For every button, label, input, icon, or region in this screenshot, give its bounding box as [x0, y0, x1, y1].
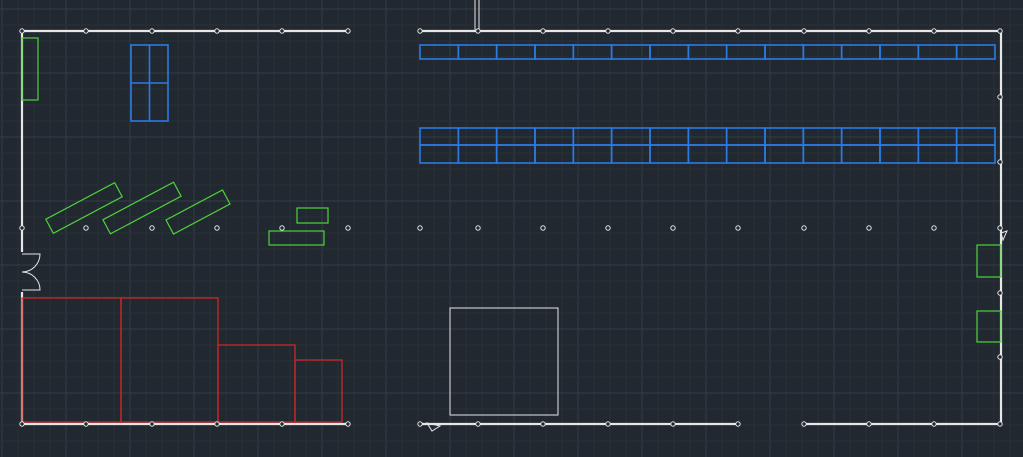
column-marker	[540, 225, 546, 231]
red-zone-1[interactable]	[21, 297, 122, 423]
angled-benches	[44, 181, 231, 235]
column-marker	[997, 421, 1003, 427]
column-marker	[540, 28, 546, 34]
column-marker	[214, 225, 220, 231]
column-marker	[997, 94, 1003, 100]
column-marker	[866, 421, 872, 427]
column-marker	[19, 28, 25, 34]
column-marker	[866, 225, 872, 231]
column-marker	[997, 225, 1003, 231]
small-table-upper[interactable]	[296, 207, 329, 224]
rack-bay	[534, 144, 575, 164]
column-marker	[475, 421, 481, 427]
column-marker	[735, 28, 741, 34]
rack-bay	[610, 144, 651, 164]
column-marker	[670, 421, 676, 427]
column-marker	[279, 225, 285, 231]
column-marker	[605, 421, 611, 427]
walls	[20, 0, 1003, 426]
rack-bay	[572, 144, 613, 164]
column-marker	[149, 225, 155, 231]
column-marker	[149, 421, 155, 427]
red-zone-3[interactable]	[217, 344, 296, 423]
door-swing-icon[interactable]	[21, 253, 41, 291]
column-marker	[931, 421, 937, 427]
rack-bay	[802, 144, 843, 164]
column-marker	[670, 225, 676, 231]
column-marker	[149, 28, 155, 34]
column-marker	[801, 225, 807, 231]
column-marker	[605, 225, 611, 231]
rack-bay	[917, 144, 958, 164]
column-marker	[475, 28, 481, 34]
column-marker	[540, 421, 546, 427]
rack-bay	[764, 144, 805, 164]
red-zone-4[interactable]	[294, 359, 343, 423]
column-marker	[605, 28, 611, 34]
wall-cabinet[interactable]	[21, 37, 39, 101]
column-marker	[801, 28, 807, 34]
column-marker	[345, 28, 351, 34]
cad-floorplan[interactable]	[0, 0, 1023, 457]
column-marker	[417, 28, 423, 34]
rack-bay	[687, 144, 728, 164]
column-marker	[997, 28, 1003, 34]
column-marker	[997, 159, 1003, 165]
wall-unit-lower[interactable]	[976, 310, 1002, 343]
column-marker	[997, 354, 1003, 360]
column-marker	[801, 421, 807, 427]
column-marker	[417, 225, 423, 231]
red-zones	[21, 297, 343, 423]
rack-bay	[649, 144, 690, 164]
angled-bench[interactable]	[44, 181, 124, 235]
column-marker	[997, 290, 1003, 296]
rack-bay	[725, 144, 766, 164]
racking	[130, 44, 996, 164]
angled-bench[interactable]	[165, 189, 231, 235]
column-marker	[19, 225, 25, 231]
pallet-racking-double[interactable]	[419, 127, 996, 164]
equipment	[21, 37, 1002, 343]
column-marker	[735, 421, 741, 427]
rack-bay	[457, 144, 498, 164]
column-marker	[670, 28, 676, 34]
column-marker	[866, 28, 872, 34]
column-marker	[345, 225, 351, 231]
column-marker	[931, 28, 937, 34]
rack-bay	[419, 144, 460, 164]
column-marker	[735, 225, 741, 231]
column-marker	[931, 225, 937, 231]
rack-bay	[495, 144, 536, 164]
column-marker	[279, 421, 285, 427]
column-marker	[83, 225, 89, 231]
column-marker	[19, 421, 25, 427]
column-marker	[214, 28, 220, 34]
rack-bay	[879, 144, 920, 164]
column-marker	[279, 28, 285, 34]
rack-bay	[840, 144, 881, 164]
column-marker	[417, 421, 423, 427]
column-marker-icon	[19, 28, 1003, 427]
red-zone-2[interactable]	[120, 297, 219, 423]
column-marker	[83, 421, 89, 427]
column-marker	[83, 28, 89, 34]
column-marker	[345, 421, 351, 427]
wall-unit-upper[interactable]	[976, 244, 1002, 278]
column-marker	[475, 225, 481, 231]
column-marker	[214, 421, 220, 427]
